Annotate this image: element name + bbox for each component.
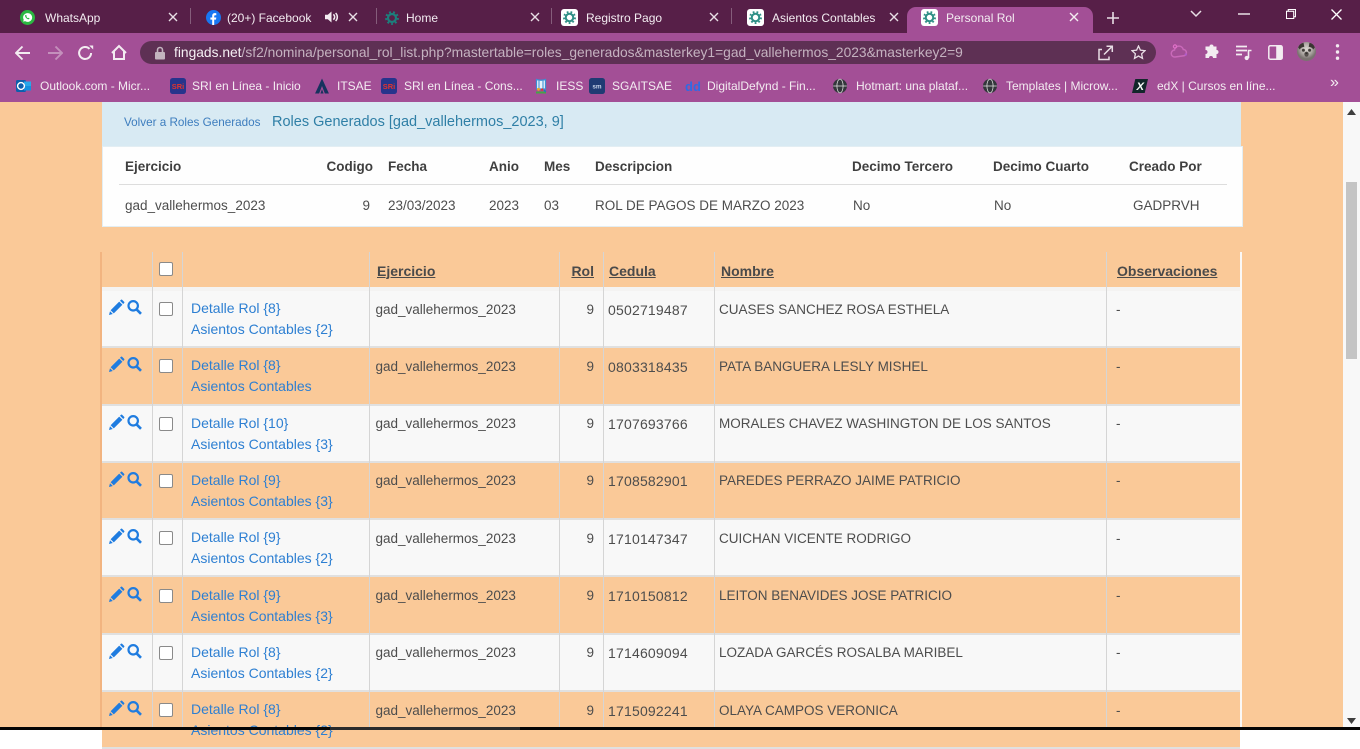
svg-text:SRi: SRi <box>172 82 184 91</box>
svg-text:sm: sm <box>592 84 602 91</box>
svg-text:dd: dd <box>685 79 701 94</box>
svg-text:X: X <box>1136 81 1146 93</box>
svg-text:SRi: SRi <box>383 82 395 91</box>
